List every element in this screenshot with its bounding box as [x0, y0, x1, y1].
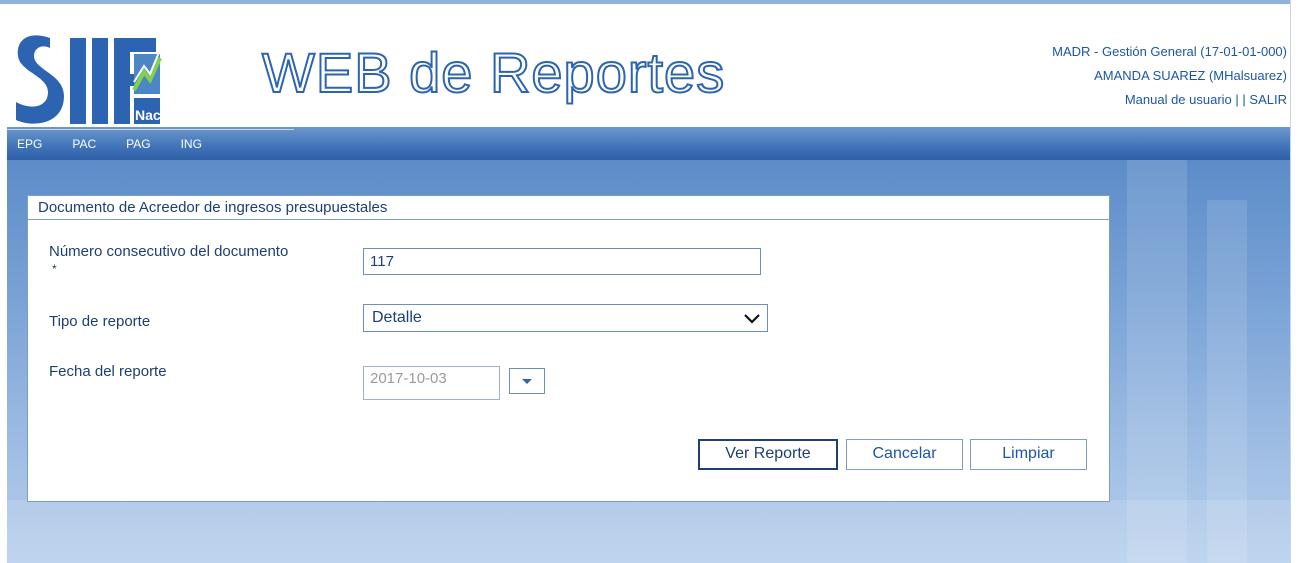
menu-item-epg[interactable]: EPG — [17, 137, 42, 151]
user-info: MADR - Gestión General (17-01-01-000) AM… — [1052, 40, 1287, 112]
fecha-reporte-input[interactable] — [363, 366, 500, 400]
main-menu-bar: EPG PAC PAG ING — [7, 127, 1290, 160]
menu-item-pag[interactable]: PAG — [126, 137, 150, 151]
tipo-reporte-select[interactable]: Detalle — [363, 304, 768, 332]
form-title: Documento de Acreedor de ingresos presup… — [28, 196, 1109, 220]
chevron-down-icon — [744, 314, 760, 324]
main-menu: EPG PAC PAG ING — [17, 137, 232, 151]
menu-divider — [7, 129, 294, 130]
content-area: Documento de Acreedor de ingresos presup… — [7, 160, 1290, 563]
limpiar-button[interactable]: Limpiar — [970, 439, 1087, 470]
logout-link[interactable]: SALIR — [1249, 92, 1287, 107]
menu-item-pac[interactable]: PAC — [72, 137, 96, 151]
user-name: AMANDA SUAREZ (MHalsuarez) — [1094, 68, 1287, 83]
menu-item-ing[interactable]: ING — [181, 137, 202, 151]
svg-text:Nac: Nac — [135, 107, 161, 123]
date-picker-button[interactable] — [509, 368, 545, 394]
siif-nacion-logo: Nac — [16, 35, 162, 124]
app-title: WEB de Reportes — [261, 40, 726, 105]
caret-down-icon — [522, 379, 532, 384]
cancelar-button[interactable]: Cancelar — [846, 439, 963, 470]
tipo-reporte-label: Tipo de reporte — [49, 313, 151, 330]
consecutivo-input[interactable] — [363, 248, 761, 275]
ver-reporte-button[interactable]: Ver Reporte — [698, 439, 838, 470]
required-mark: * — [52, 262, 57, 276]
background-band — [7, 500, 1290, 563]
report-form-panel: Documento de Acreedor de ingresos presup… — [27, 195, 1110, 502]
tipo-reporte-selected: Detalle — [372, 309, 422, 326]
consecutivo-label: Número consecutivo del documento — [49, 243, 289, 260]
manual-link[interactable]: Manual de usuario — [1125, 92, 1232, 107]
fecha-reporte-label: Fecha del reporte — [49, 363, 167, 380]
link-separator: | | — [1235, 92, 1246, 107]
page-header: Nac WEB de Reportes MADR - Gestión Gener… — [7, 4, 1290, 126]
user-links: Manual de usuario | | SALIR — [1052, 88, 1287, 112]
entity-label: MADR - Gestión General (17-01-01-000) — [1052, 44, 1287, 59]
window-right-border — [1290, 0, 1301, 563]
